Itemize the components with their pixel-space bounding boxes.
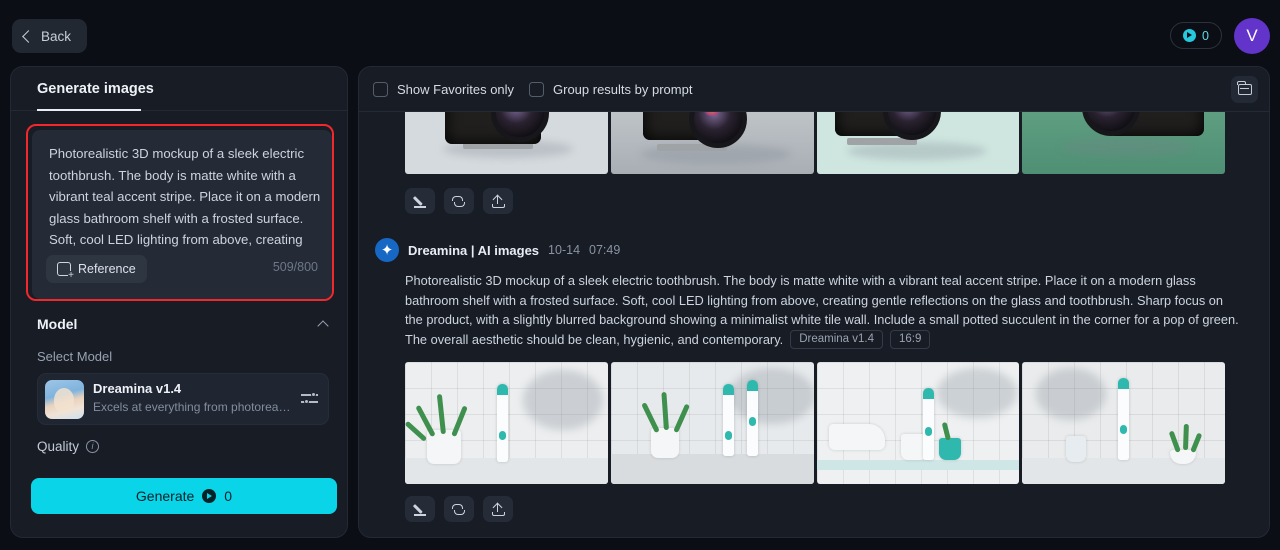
loop-arrows-icon (452, 195, 466, 208)
chevron-left-icon (22, 29, 35, 43)
model-section-title: Model (37, 316, 78, 332)
reference-label: Reference (78, 262, 136, 276)
results-panel: Show Favorites only Group results by pro… (358, 66, 1270, 538)
filter-label: Group results by prompt (553, 82, 693, 97)
avatar-initial: V (1246, 26, 1258, 45)
result-row-cameras (405, 112, 1225, 174)
result-date: 10-14 (548, 243, 581, 257)
regenerate-button[interactable] (444, 188, 474, 214)
model-thumbnail (45, 380, 84, 419)
pencil-icon (413, 195, 427, 208)
tag-aspect-ratio: 16:9 (890, 329, 931, 349)
add-image-icon (57, 262, 74, 281)
generate-panel: Generate images Photorealistic 3D mockup… (10, 66, 348, 538)
chevron-up-icon[interactable] (317, 319, 329, 332)
regenerate-button[interactable] (444, 496, 474, 522)
result-image[interactable] (610, 362, 814, 484)
results-filter-bar: Show Favorites only Group results by pro… (359, 67, 1269, 112)
result-image[interactable] (1022, 112, 1225, 174)
upload-share-icon (491, 502, 505, 516)
info-icon[interactable]: i (86, 440, 100, 453)
model-name: Dreamina v1.4 (93, 381, 182, 396)
row-actions-toothbrushes (405, 496, 1269, 522)
result-image[interactable] (816, 112, 1020, 174)
result-time: 07:49 (589, 243, 621, 257)
share-button[interactable] (483, 188, 513, 214)
result-header: ✦ Dreamina | AI images 10-14 07:49 (375, 238, 1269, 262)
char-counter: 509/800 (272, 260, 318, 274)
generate-label: Generate (135, 488, 195, 504)
result-source: Dreamina | AI images (408, 242, 540, 258)
quality-row: Quality i (37, 439, 100, 454)
row-actions-cameras (405, 188, 1269, 214)
filter-show-favorites[interactable]: Show Favorites only (373, 82, 514, 97)
tab-active-underline (37, 109, 141, 111)
select-model-label: Select Model (37, 349, 113, 364)
model-description: Excels at everything from photoreali... (93, 400, 293, 414)
result-image[interactable] (405, 362, 608, 484)
prompt-highlight-box: Photorealistic 3D mockup of a sleek elec… (26, 124, 334, 301)
result-image[interactable] (1022, 362, 1225, 484)
result-image[interactable] (610, 112, 814, 174)
archive-button[interactable] (1231, 76, 1258, 103)
model-card-dreamina[interactable]: Dreamina v1.4 Excels at everything from … (37, 373, 329, 425)
back-button[interactable]: Back (12, 19, 88, 53)
result-image[interactable] (405, 112, 608, 174)
sliders-icon[interactable] (301, 391, 318, 405)
top-bar: Back 0 V (0, 0, 1280, 70)
tag-model: Dreamina v1.4 (790, 329, 883, 349)
generate-button[interactable]: Generate 0 Try free (31, 478, 337, 514)
credits-value: 0 (1202, 28, 1209, 43)
reference-button[interactable]: Reference (46, 255, 147, 283)
result-row-toothbrushes (405, 362, 1225, 484)
edit-button[interactable] (405, 188, 435, 214)
tab-generate-images[interactable]: Generate images (37, 81, 154, 97)
upload-share-icon (491, 194, 505, 208)
filter-group-by-prompt[interactable]: Group results by prompt (529, 82, 692, 97)
sparkle-icon: ✦ (375, 238, 399, 262)
result-prompt-block: Photorealistic 3D mockup of a sleek elec… (405, 271, 1241, 349)
checkbox-show-favorites[interactable] (373, 82, 388, 97)
avatar[interactable]: V (1234, 18, 1270, 54)
quality-label: Quality (37, 439, 80, 454)
coin-icon (1183, 29, 1197, 42)
generate-cost: 0 (224, 488, 233, 504)
folder-icon (1237, 81, 1252, 95)
dreamina-generate-page: Back 0 V Generate images Photorealistic … (0, 0, 1280, 550)
model-section-header: Model (37, 316, 329, 332)
share-button[interactable] (483, 496, 513, 522)
filter-label: Show Favorites only (397, 82, 515, 97)
result-image[interactable] (816, 362, 1020, 484)
prompt-text[interactable]: Photorealistic 3D mockup of a sleek elec… (49, 143, 321, 247)
coin-icon (202, 489, 217, 503)
credits-badge[interactable]: 0 (1170, 22, 1222, 49)
checkbox-group-by-prompt[interactable] (529, 82, 544, 97)
prompt-input[interactable]: Photorealistic 3D mockup of a sleek elec… (32, 130, 332, 299)
edit-button[interactable] (405, 496, 435, 522)
panel-tabbar: Generate images (11, 67, 347, 111)
loop-arrows-icon (452, 503, 466, 516)
pencil-icon (413, 503, 427, 516)
back-button-label: Back (41, 28, 72, 44)
results-feed[interactable]: ✦ Dreamina | AI images 10-14 07:49 Photo… (359, 112, 1269, 537)
